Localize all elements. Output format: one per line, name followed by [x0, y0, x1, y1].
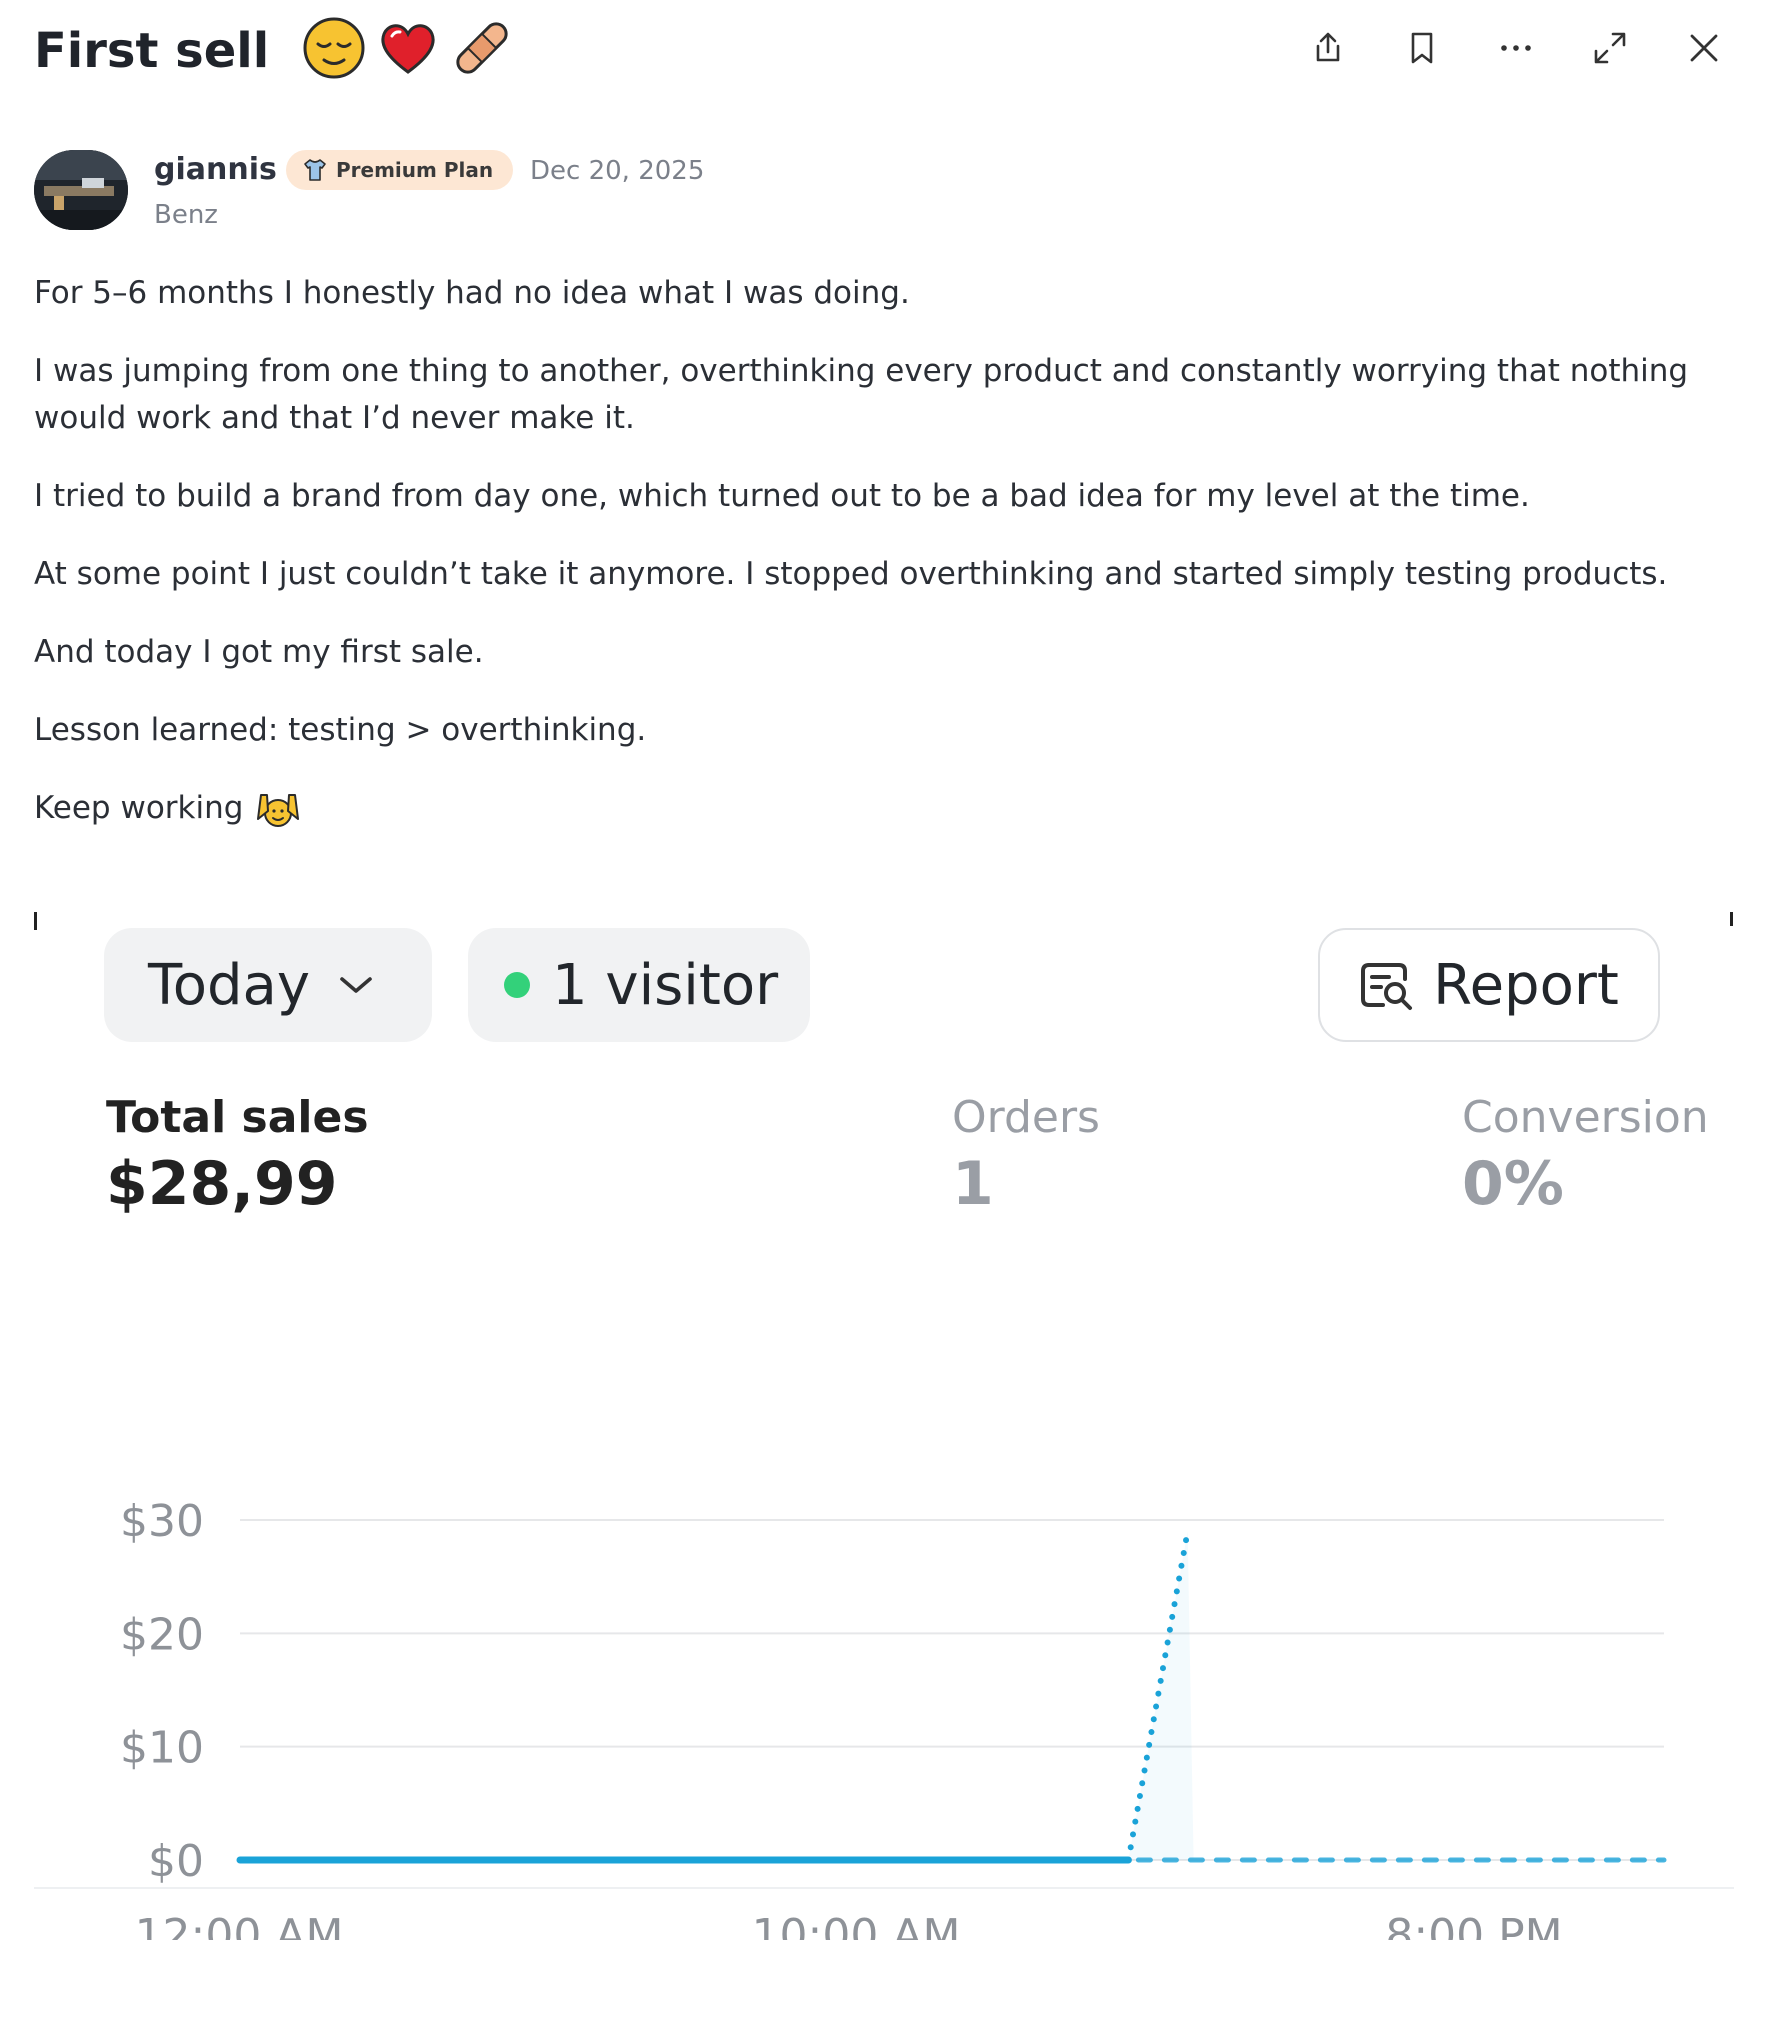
post-title: First sell: [34, 17, 514, 86]
report-button[interactable]: Report: [1318, 928, 1660, 1042]
report-label: Report: [1433, 952, 1619, 1018]
post-title-text: First sell: [34, 23, 270, 79]
report-search-icon: [1361, 963, 1413, 1010]
share-icon: [1316, 32, 1340, 62]
x-tick-label: 12:00 AM: [135, 1910, 344, 1940]
chevron-down-icon: [340, 977, 372, 993]
plan-badge: Premium Plan: [286, 150, 514, 190]
metric-orders[interactable]: Orders 1: [952, 1092, 1100, 1219]
date-range-label: Today: [148, 952, 310, 1018]
y-tick-label: $0: [148, 1836, 204, 1887]
bookmark-icon: [1411, 32, 1433, 64]
image-corner-mark: [1730, 912, 1733, 926]
post-header: First sell: [34, 16, 1728, 84]
more-button[interactable]: [1492, 24, 1540, 72]
expand-button[interactable]: [1586, 24, 1634, 72]
y-tick-label: $30: [120, 1496, 204, 1547]
bookmark-button[interactable]: [1398, 24, 1446, 72]
body-paragraph: For 5–6 months I honestly had no idea wh…: [34, 275, 910, 311]
x-tick-label: 8:00 PM: [1385, 1910, 1562, 1940]
avatar[interactable]: [34, 150, 128, 230]
metric-conversion[interactable]: Conversion 0%: [1462, 1092, 1734, 1219]
body-paragraph: I was jumping from one thing to another,…: [34, 353, 1689, 436]
raising-hands-icon: [257, 793, 300, 827]
metric-value: 1: [952, 1149, 994, 1219]
embedded-screenshot: Today 1 visitor Report Total sales $28,9…: [34, 912, 1734, 2040]
metric-value: $28,99: [106, 1149, 338, 1219]
metric-label: Total sales: [106, 1092, 369, 1143]
metric-label: Conversion: [1462, 1092, 1709, 1143]
body-paragraph: Lesson learned: testing > overthinking.: [34, 712, 647, 748]
live-status-dot: [504, 972, 530, 998]
shirt-icon: [304, 159, 326, 181]
series-area: [1128, 1531, 1194, 1860]
sales-chart: $0 $10 $20 $30 12:00 AM 10:00 AM 8:00 PM: [34, 1496, 1734, 1940]
author-name[interactable]: giannis: [154, 152, 277, 187]
close-button[interactable]: [1680, 24, 1728, 72]
close-icon: [1690, 34, 1718, 62]
author-subtitle: Benz: [154, 200, 218, 230]
metric-value: 0%: [1462, 1149, 1564, 1219]
post-date: Dec 20, 2025: [530, 156, 705, 186]
avatar-image: [34, 150, 128, 230]
body-paragraph: And today I got my first sale.: [34, 634, 484, 670]
red-heart-icon: [381, 24, 435, 74]
x-tick-label: 10:00 AM: [752, 1910, 961, 1940]
expand-icon: [1594, 32, 1626, 64]
header-actions: [1304, 24, 1728, 72]
share-button[interactable]: [1304, 24, 1352, 72]
plan-badge-label: Premium Plan: [336, 158, 494, 182]
metric-total-sales[interactable]: Total sales $28,99: [106, 1092, 369, 1219]
body-paragraph-last: Keep working: [34, 785, 301, 832]
y-tick-label: $10: [120, 1723, 204, 1774]
visitors-label: 1 visitor: [552, 952, 779, 1018]
y-tick-label: $20: [120, 1609, 204, 1660]
title-emojis: [302, 16, 514, 80]
post-body: For 5–6 months I honestly had no idea wh…: [34, 270, 1734, 863]
body-paragraph: At some point I just couldn’t take it an…: [34, 556, 1668, 592]
date-range-dropdown[interactable]: Today: [104, 928, 432, 1042]
keep-working-text: Keep working: [34, 790, 244, 826]
more-icon: [1501, 45, 1531, 51]
adhesive-bandage-icon: [456, 22, 508, 74]
relieved-face-icon: [303, 17, 365, 79]
metric-label: Orders: [952, 1092, 1100, 1143]
body-paragraph: I tried to build a brand from day one, w…: [34, 478, 1530, 514]
image-corner-mark: [34, 912, 37, 930]
live-visitors-pill[interactable]: 1 visitor: [468, 928, 810, 1042]
